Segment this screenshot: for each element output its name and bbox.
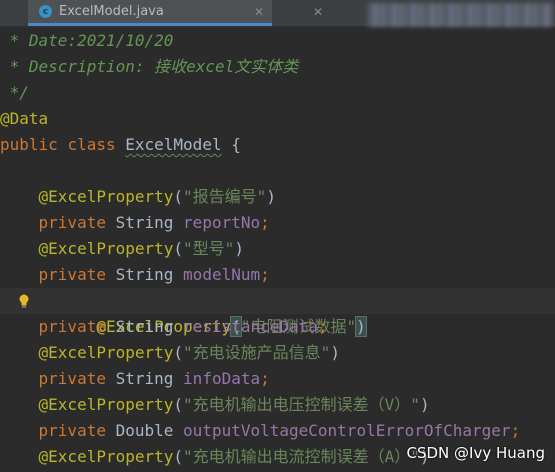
code-line: private String infoData; [38, 369, 270, 388]
code-line: @ExcelProperty("报告编号") [38, 187, 276, 206]
code-editor[interactable]: c ExcelModel.java ✕ ✕ * Date:2021/10/20 … [0, 0, 555, 472]
editor-tab-bar: c ExcelModel.java ✕ ✕ [0, 0, 555, 27]
code-line: * Description: 接收excel文实体类 [0, 57, 299, 76]
blurred-region [368, 3, 553, 27]
watermark: CSDN @Ivy Huang [406, 444, 546, 462]
code-line: private Double outputVoltageControlError… [38, 421, 521, 440]
code-line-current: @ExcelProperty("电阻测试数据") [0, 288, 555, 337]
code-line: * Date:2021/10/20 [0, 31, 174, 50]
close-icon[interactable]: ✕ [313, 5, 323, 19]
tab-excelmodel-java[interactable]: c ExcelModel.java ✕ [28, 0, 272, 26]
code-area[interactable]: * Date:2021/10/20 * Description: 接收excel… [0, 28, 555, 470]
code-line: private String resistanceData; [38, 317, 328, 336]
lightbulb-icon[interactable] [18, 294, 30, 308]
code-line: */ [0, 83, 29, 102]
code-line: public class ExcelModel { [0, 135, 241, 154]
tab-label: ExcelModel.java [59, 4, 164, 19]
code-line: @ExcelProperty("充电机输出电压控制误差（V）") [38, 395, 430, 414]
code-line: private String modelNum; [38, 265, 270, 284]
code-line: @Data [0, 109, 49, 128]
java-class-icon: c [39, 5, 52, 18]
close-icon[interactable]: ✕ [254, 5, 264, 19]
class-name: ExcelModel [125, 135, 222, 154]
code-line: @ExcelProperty("充电设施产品信息") [38, 343, 340, 362]
code-line: @ExcelProperty("型号") [38, 239, 244, 258]
code-line: private String reportNo; [38, 213, 270, 232]
